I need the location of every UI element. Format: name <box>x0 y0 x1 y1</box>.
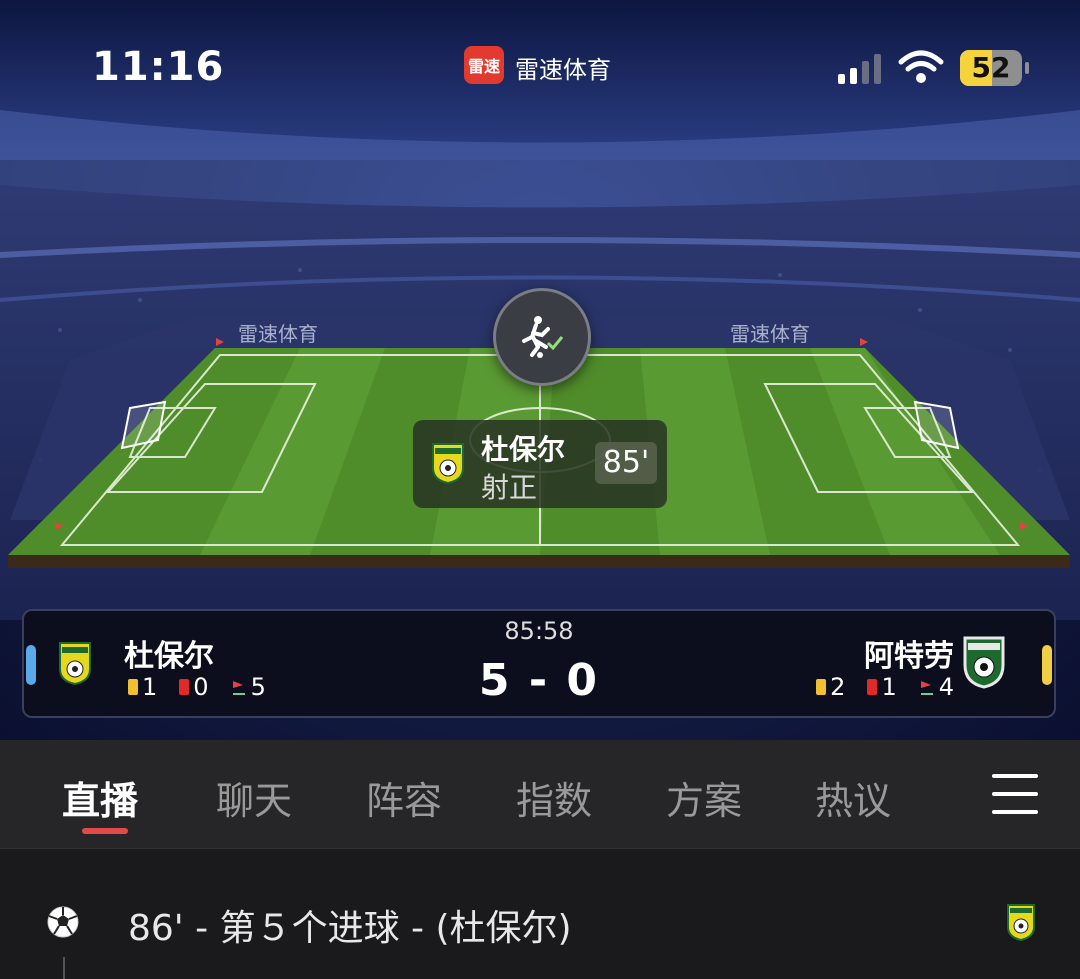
tab-lineup[interactable]: 阵容 <box>366 770 442 825</box>
popup-minute: 85' <box>595 442 657 484</box>
kick-check-icon <box>522 316 564 358</box>
team-logo-icon <box>1007 904 1035 941</box>
away-corner-count: 4 <box>938 673 954 701</box>
menu-icon[interactable] <box>992 774 1040 814</box>
wifi-icon <box>898 50 944 83</box>
corner-flag-icon <box>920 681 933 695</box>
status-time: 11:16 <box>92 44 225 90</box>
tab-chat[interactable]: 聊天 <box>216 770 292 825</box>
battery-percent: 52 <box>971 51 1011 84</box>
away-stats: 2 1 4 <box>816 673 954 701</box>
tab-plans[interactable]: 方案 <box>666 770 742 825</box>
away-team-logo-icon <box>963 636 1005 689</box>
feed-item-text: 86' - 第５个进球 - (杜保尔) <box>128 908 572 949</box>
ad-board-right: 雷速体育 <box>730 322 810 346</box>
yellow-card-icon <box>816 679 827 695</box>
cellular-signal-icon <box>838 54 881 84</box>
away-red-count: 1 <box>881 673 897 701</box>
popup-event-type: 射正 <box>481 471 538 504</box>
away-yellow-count: 2 <box>830 673 846 701</box>
scoreboard[interactable]: 杜保尔 1 0 5 85:58 5 - 0 阿特劳 2 1 4 <box>22 609 1056 718</box>
tab-bar: 直播 聊天 阵容 指数 方案 热议 <box>0 740 1080 848</box>
event-popup: 杜保尔 射正 85' <box>413 420 667 508</box>
active-tab-indicator <box>82 828 128 834</box>
event-indicator <box>493 288 591 386</box>
match-animation-panel: 雷速体育 雷速体育 杜保尔 射正 85' 杜保尔 1 0 5 85:58 5 -… <box>0 0 1080 740</box>
live-feed: 86' - 第５个进球 - (杜保尔) <box>0 848 1080 979</box>
away-color-indicator <box>1042 645 1052 685</box>
ad-board-left: 雷速体育 <box>238 322 318 346</box>
red-card-icon <box>867 679 878 695</box>
battery-tip <box>1025 62 1029 74</box>
tobol-logo-icon <box>432 443 464 484</box>
status-bar: 11:16 雷速 雷速体育 52 <box>0 0 1080 110</box>
tab-discussion[interactable]: 热议 <box>815 770 891 825</box>
tab-live[interactable]: 直播 <box>62 770 138 825</box>
away-team-name: 阿特劳 <box>864 639 954 674</box>
app-name: 雷速体育 <box>515 56 611 84</box>
football-icon <box>47 906 79 938</box>
timeline-line <box>63 957 65 979</box>
popup-team-name: 杜保尔 <box>481 433 566 466</box>
tab-odds[interactable]: 指数 <box>516 770 592 825</box>
app-logo-icon: 雷速 <box>464 46 504 84</box>
battery-icon: 52 <box>960 50 1022 86</box>
